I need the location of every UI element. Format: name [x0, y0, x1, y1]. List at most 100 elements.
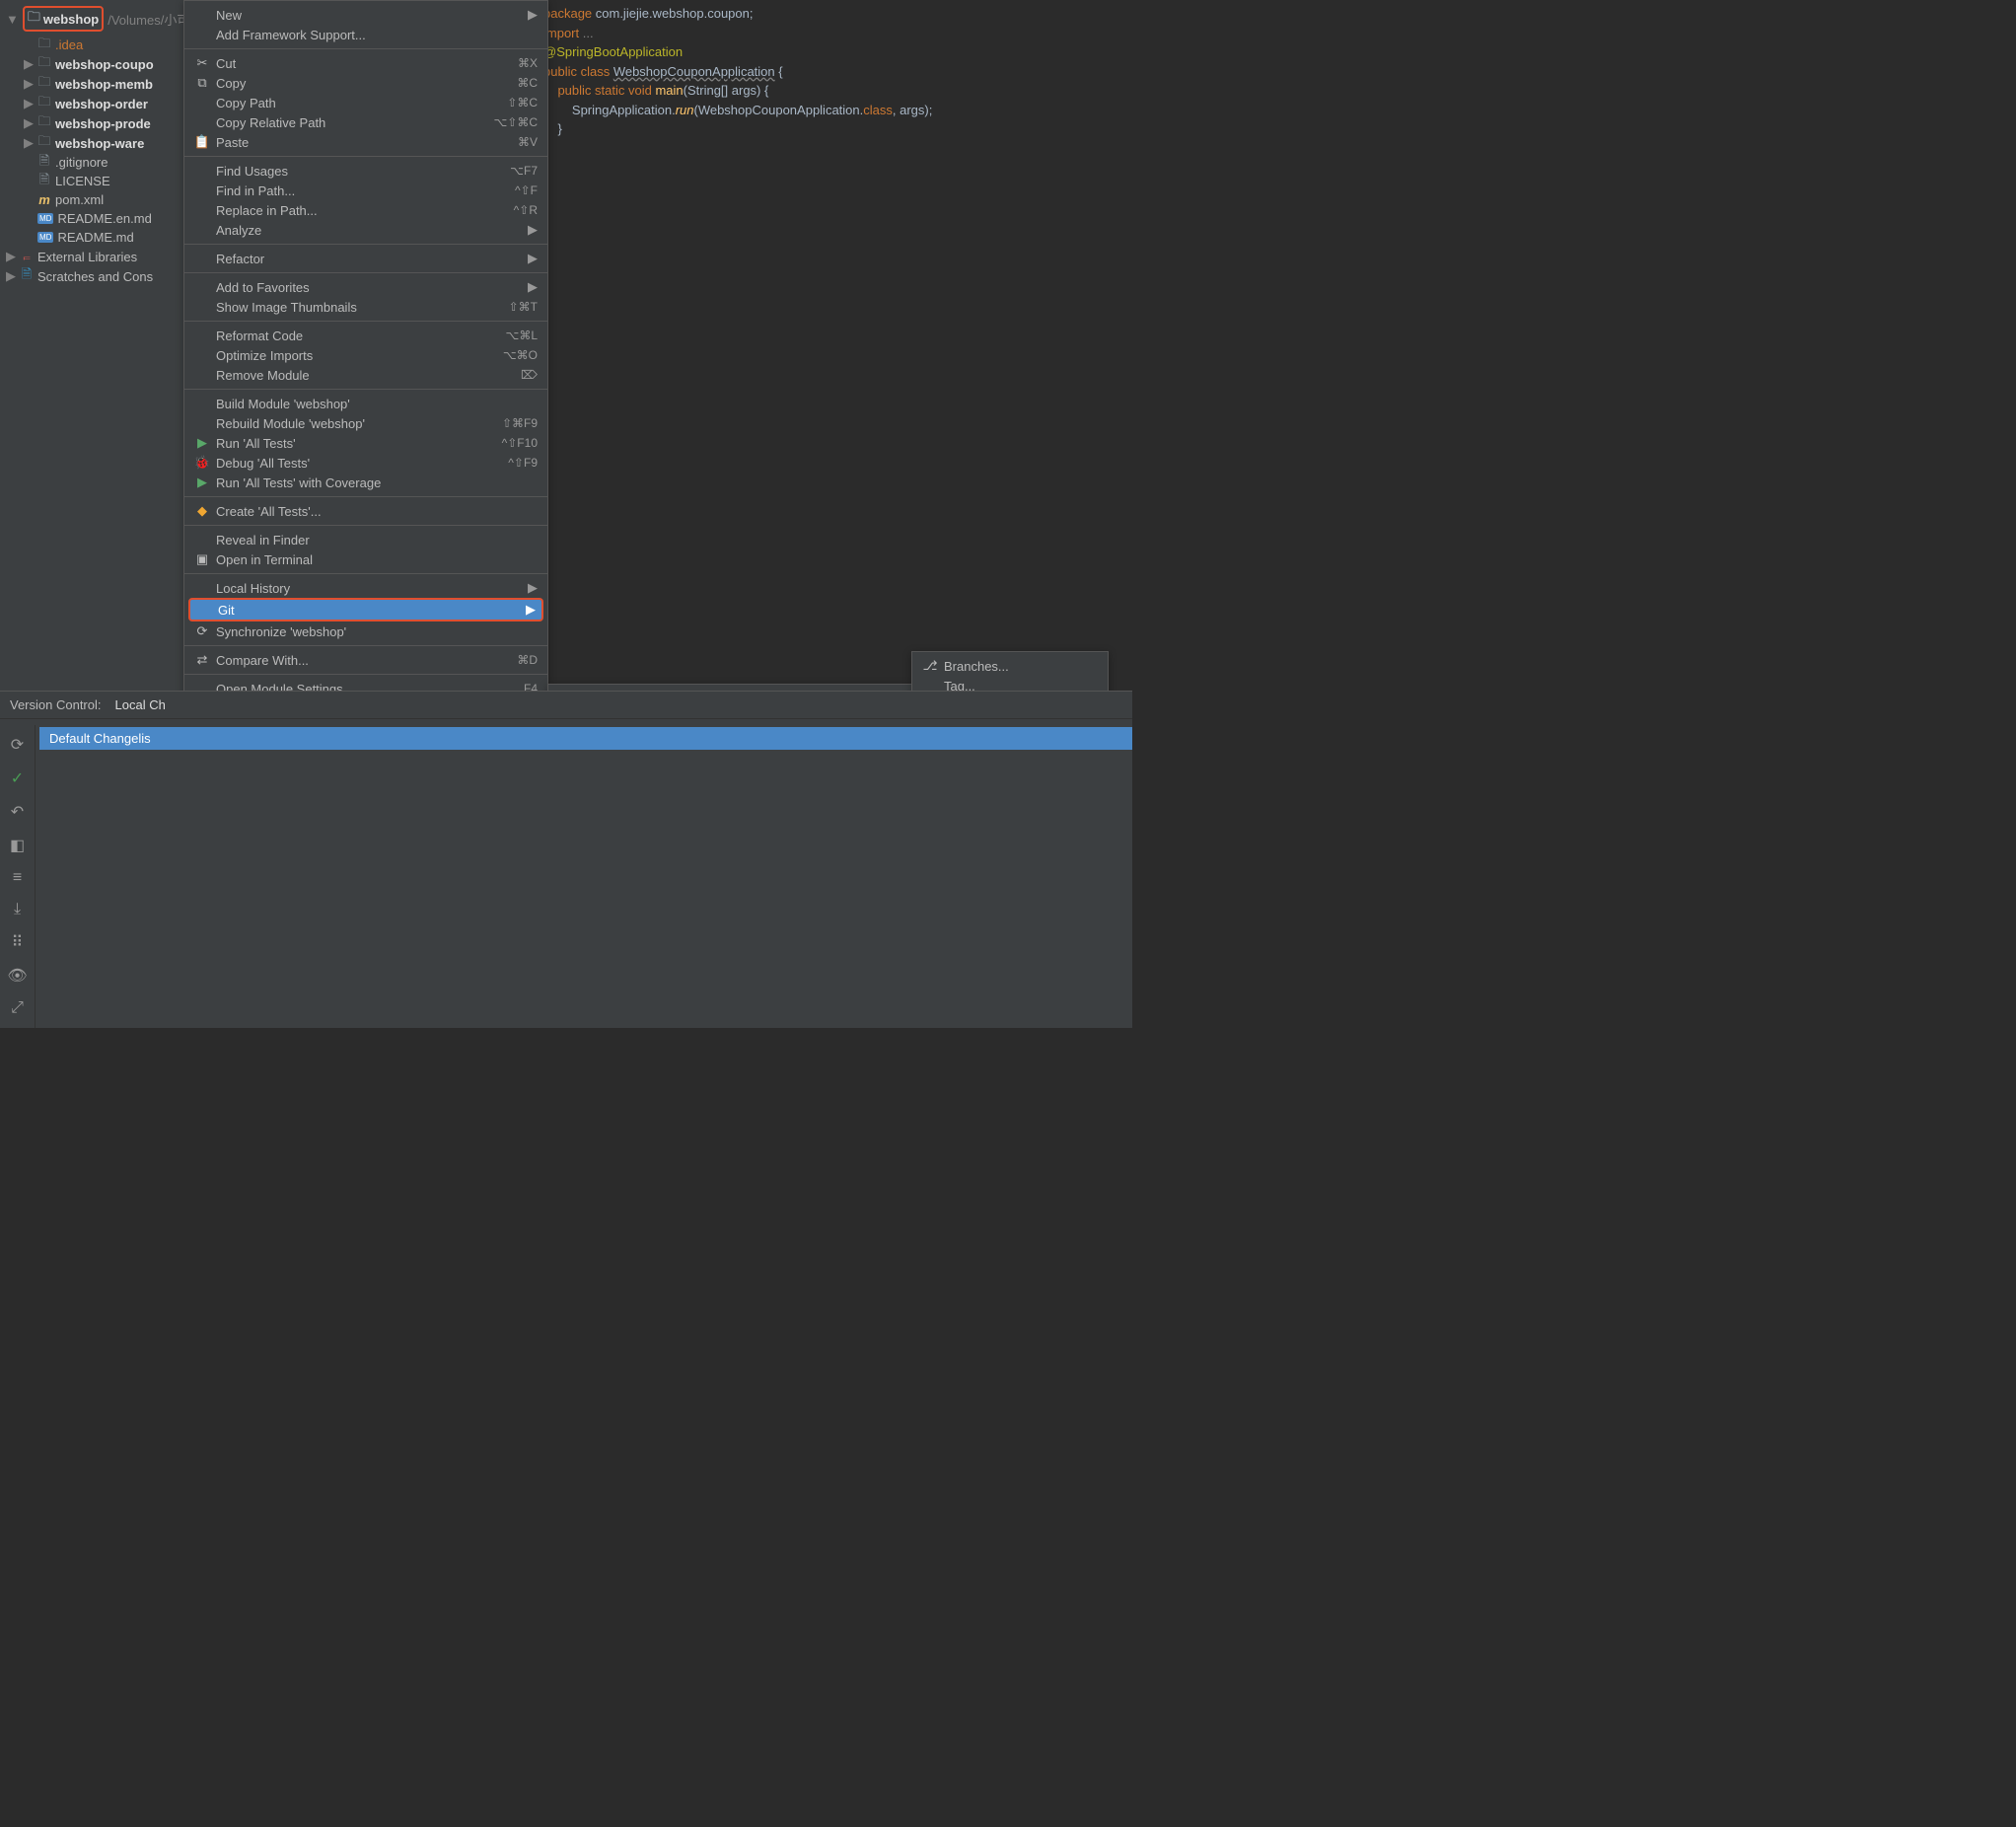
code-line[interactable]: SpringApplication.run(WebshopCouponAppli… — [474, 101, 1132, 120]
menu-item-copy[interactable]: ⧉Copy⌘C — [184, 73, 547, 93]
expand-icon[interactable]: ⤢ — [11, 999, 24, 1017]
module-icon: 🗀 — [37, 116, 51, 130]
run-all-tests--icon: ▶ — [194, 435, 210, 451]
menu-item-find-usages[interactable]: Find Usages⌥F7 — [184, 161, 547, 181]
menu-item-copy-relative-path[interactable]: Copy Relative Path⌥⇧⌘C — [184, 112, 547, 132]
tree-item[interactable]: ▶🗀 webshop-prode — [0, 113, 187, 133]
project-root[interactable]: 🗀 webshop — [23, 6, 104, 32]
menu-separator — [184, 573, 547, 574]
shortcut: ⌘D — [497, 653, 538, 667]
code-line[interactable]: } — [474, 139, 1132, 159]
breadcrumb: ▼ 🗀 webshop /Volumes/小可爱/IdeaProjects/we… — [0, 2, 187, 36]
menu-item-cut[interactable]: ✂Cut⌘X — [184, 53, 547, 73]
menu-label: Run 'All Tests' — [216, 436, 476, 451]
preview-icon[interactable]: 👁 — [7, 966, 27, 986]
expand-arrow-icon[interactable]: ▶ — [24, 96, 34, 111]
menu-item-run-all-tests[interactable]: ▶Run 'All Tests'^⇧F10 — [184, 433, 547, 453]
vc-local-changes-tab[interactable]: Local Ch — [115, 697, 166, 712]
menu-item-find-in-path[interactable]: Find in Path... ^⇧F — [184, 181, 547, 200]
menu-item-build-module-webshop[interactable]: Build Module 'webshop' — [184, 394, 547, 413]
menu-item-add-to-favorites[interactable]: Add to Favorites▶ — [184, 277, 547, 297]
code-line[interactable]: 1package com.jiejie.webshop.coupon; — [474, 4, 1132, 24]
menu-label: Debug 'All Tests' — [216, 456, 482, 471]
menu-item-reveal-in-finder[interactable]: Reveal in Finder — [184, 530, 547, 549]
expand-arrow-icon[interactable]: ▶ — [24, 56, 34, 72]
menu-item-rebuild-module-webshop[interactable]: Rebuild Module 'webshop'⇧⌘F9 — [184, 413, 547, 433]
menu-item-refactor[interactable]: Refactor▶ — [184, 249, 547, 268]
shortcut: ^⇧F — [495, 183, 538, 197]
debug-all-tests--icon: 🐞 — [194, 455, 210, 471]
tree-item[interactable]: 🗀.idea — [0, 36, 187, 54]
submenu-arrow-icon: ▶ — [528, 580, 538, 596]
menu-item-optimize-imports[interactable]: Optimize Imports⌥⌘O — [184, 345, 547, 365]
module-icon: 🗀 — [37, 136, 51, 150]
tree-label: pom.xml — [55, 192, 104, 207]
menu-item-run-all-tests-with-coverage[interactable]: ▶Run 'All Tests' with Coverage — [184, 473, 547, 492]
group-icon[interactable]: ⠿ — [12, 932, 24, 952]
menu-item-show-image-thumbnails[interactable]: Show Image Thumbnails ⇧⌘T — [184, 297, 547, 317]
menu-item-local-history[interactable]: Local History▶ — [184, 578, 547, 598]
menu-label: Analyze — [216, 223, 514, 238]
refresh-icon[interactable]: ⟳ — [11, 735, 24, 755]
menu-item-paste[interactable]: 📋Paste⌘V — [184, 132, 547, 152]
tree-item[interactable]: MDREADME.en.md — [0, 209, 187, 228]
menu-item-git[interactable]: Git▶ — [188, 598, 543, 621]
menu-item-copy-path[interactable]: Copy Path⇧⌘C — [184, 93, 547, 112]
external-libraries[interactable]: ▶⫭ External Libraries — [0, 247, 187, 266]
scratches[interactable]: ▶🗎 Scratches and Cons — [0, 266, 187, 286]
expand-arrow-icon[interactable]: ▶ — [24, 135, 34, 151]
menu-item-synchronize-webshop[interactable]: ⟳Synchronize 'webshop' — [184, 621, 547, 641]
menu-label: Find in Path... — [216, 183, 489, 198]
editor[interactable]: 1package com.jiejie.webshop.coupon;impor… — [468, 0, 1132, 691]
shortcut: ⇧⌘T — [489, 300, 538, 314]
shelve-icon[interactable]: ⤓ — [14, 901, 21, 918]
code-line[interactable]: @SpringBootApplication — [474, 42, 1132, 62]
menu-item-new[interactable]: New▶ — [184, 5, 547, 25]
tree-item[interactable]: 🗎.gitignore — [0, 153, 187, 172]
submenu-arrow-icon: ▶ — [528, 251, 538, 266]
menu-separator — [184, 496, 547, 497]
code-line[interactable]: import ... — [474, 24, 1132, 43]
menu-item-reformat-code[interactable]: Reformat Code⌥⌘L — [184, 326, 547, 345]
menu-separator — [184, 321, 547, 322]
diff-icon[interactable]: ◧ — [10, 836, 25, 855]
shortcut: ⌥⌘L — [485, 329, 538, 342]
run-all-tests-with-coverage-icon: ▶ — [194, 475, 210, 490]
commit-icon[interactable]: ✓ — [11, 768, 24, 788]
tree-label: webshop-prode — [55, 116, 151, 131]
expand-arrow-icon[interactable]: ▶ — [24, 76, 34, 92]
tree-item[interactable]: ▶🗀webshop-coupo — [0, 54, 187, 74]
default-changelist[interactable]: Default Changelis — [39, 727, 1132, 750]
shortcut: ⌦ — [501, 368, 538, 382]
menu-label: Show Image Thumbnails — [216, 300, 483, 315]
menu-item-branches[interactable]: ⎇Branches... — [912, 656, 1108, 676]
tree-item[interactable]: ▶🗀webshop-ware — [0, 133, 187, 153]
revert-icon[interactable]: ↶ — [11, 802, 24, 822]
menu-item-open-in-terminal[interactable]: ▣Open in Terminal — [184, 549, 547, 569]
tree-item[interactable]: ▶🗀webshop-order — [0, 94, 187, 113]
menu-item-remove-module[interactable]: Remove Module⌦ — [184, 365, 547, 385]
changelist-icon[interactable]: ≡ — [13, 869, 22, 887]
code-line[interactable]: public class WebshopCouponApplication { — [474, 62, 1132, 82]
vc-label: Version Control: — [10, 697, 102, 712]
tree-label: README.en.md — [57, 211, 151, 226]
code-line[interactable]: } — [474, 119, 1132, 139]
tree-item[interactable]: MDREADME.md — [0, 228, 187, 247]
menu-item-compare-with[interactable]: ⇄Compare With...⌘D — [184, 650, 547, 670]
menu-item-debug-all-tests[interactable]: 🐞Debug 'All Tests'^⇧F9 — [184, 453, 547, 473]
menu-item-replace-in-path[interactable]: Replace in Path...^⇧R — [184, 200, 547, 220]
shortcut: ⇧⌘F9 — [482, 416, 538, 430]
tree-item[interactable]: 🗎LICENSE — [0, 172, 187, 190]
menu-label: Cut — [216, 56, 492, 71]
menu-label: Copy — [216, 76, 491, 91]
tree-label: README.md — [57, 230, 133, 245]
menu-item-create-all-tests[interactable]: ◆Create 'All Tests'... — [184, 501, 547, 521]
code-line[interactable]: public static void main(String[] args) { — [474, 81, 1132, 101]
menu-separator — [184, 48, 547, 49]
project-tree-panel: ▼ 🗀 webshop /Volumes/小可爱/IdeaProjects/we… — [0, 0, 187, 691]
tree-item[interactable]: ▶🗀webshop-memb — [0, 74, 187, 94]
menu-item-add-framework-support[interactable]: Add Framework Support... — [184, 25, 547, 44]
tree-item[interactable]: mpom.xml — [0, 190, 187, 209]
expand-arrow-icon[interactable]: ▶ — [24, 115, 34, 131]
menu-item-analyze[interactable]: Analyze▶ — [184, 220, 547, 240]
